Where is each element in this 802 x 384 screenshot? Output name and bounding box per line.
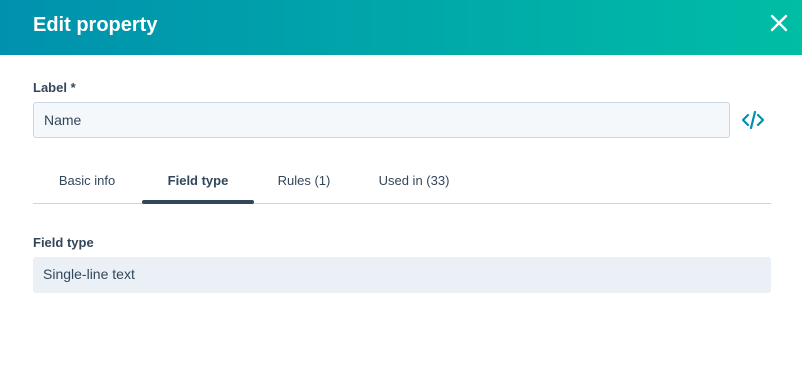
tab-used-in[interactable]: Used in (33) xyxy=(369,163,459,203)
tab-rules[interactable]: Rules (1) xyxy=(269,163,339,203)
close-icon xyxy=(770,14,788,32)
label-field-label: Label * xyxy=(33,80,76,95)
close-button[interactable] xyxy=(768,12,790,34)
panel-header: Edit property xyxy=(0,0,802,55)
field-type-value: Single-line text xyxy=(33,257,771,293)
code-button[interactable] xyxy=(741,109,765,131)
code-icon xyxy=(741,110,765,130)
field-type-label: Field type xyxy=(33,235,94,250)
tab-field-type[interactable]: Field type xyxy=(142,163,254,203)
tab-basic-info[interactable]: Basic info xyxy=(45,163,129,203)
panel-title: Edit property xyxy=(33,14,158,36)
tab-bar: Basic info Field type Rules (1) Used in … xyxy=(33,163,771,204)
active-tab-indicator xyxy=(142,200,254,204)
edit-property-panel: Edit property Label * Basic info Field t… xyxy=(0,0,802,384)
label-input[interactable] xyxy=(33,102,730,138)
